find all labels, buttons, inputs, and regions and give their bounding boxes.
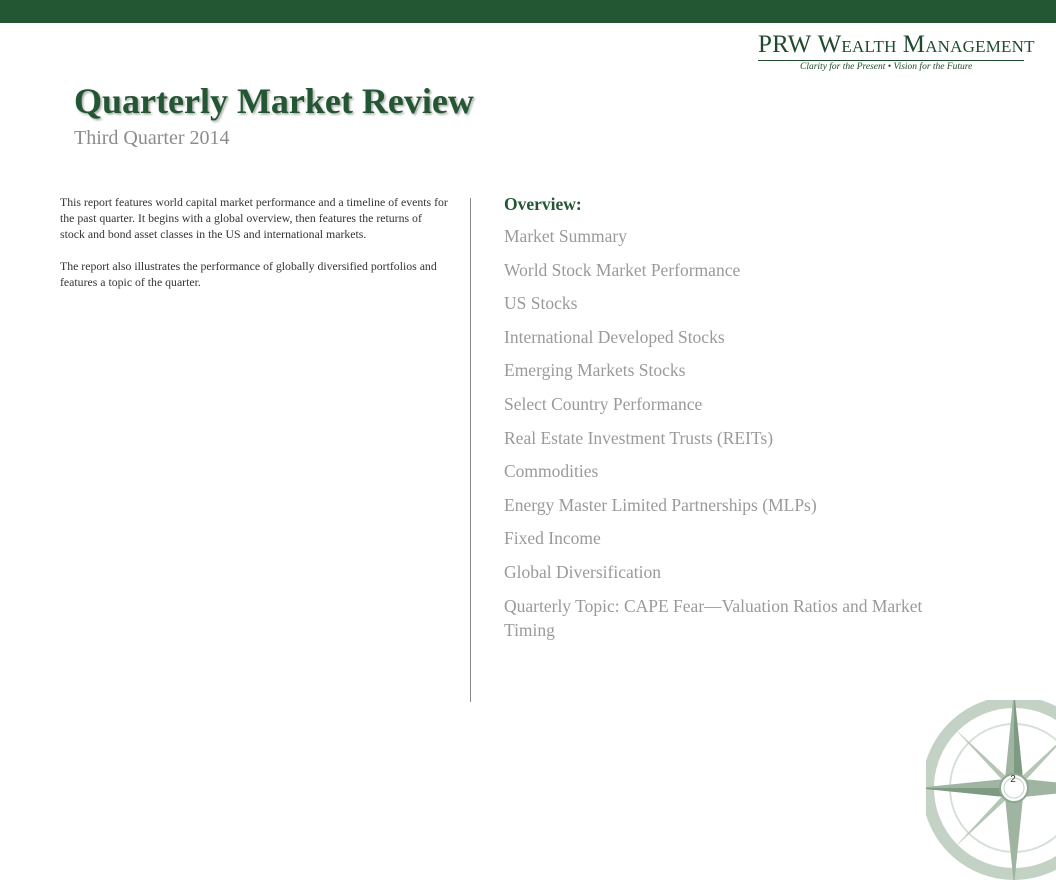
- compass-rose-icon: [926, 700, 1056, 880]
- overview-item: Commodities: [504, 461, 599, 482]
- brand-initials: PRW: [758, 31, 812, 58]
- column-divider: [470, 198, 471, 702]
- overview-list: Market Summary World Stock Market Perfor…: [504, 224, 954, 642]
- brand-tagline: Clarity for the Present • Vision for the…: [800, 62, 973, 72]
- overview-item: Fixed Income: [504, 528, 601, 549]
- brand-rule: [758, 60, 1024, 61]
- overview-item: World Stock Market Performance: [504, 259, 741, 280]
- brand-logo: PRW WEALTH MANAGEMENT Clarity for the Pr…: [758, 31, 1034, 72]
- page-number: 2: [1010, 774, 1016, 785]
- overview-item: Select Country Performance: [504, 393, 703, 414]
- overview-heading: Overview:: [504, 194, 582, 214]
- intro-paragraph-1: This report features world capital marke…: [60, 195, 448, 241]
- overview-item: Quarterly Topic: CAPE Fear—Valuation Rat…: [504, 595, 923, 640]
- brand-word2-initial: M: [902, 31, 926, 58]
- overview-item: US Stocks: [504, 293, 578, 314]
- intro-text: This report features world capital marke…: [60, 194, 448, 306]
- overview-item: Market Summary: [504, 226, 627, 246]
- page-subtitle: Third Quarter 2014: [74, 127, 230, 149]
- brand-word1-initial: W: [817, 31, 842, 58]
- page-title: Quarterly Market Review: [74, 81, 474, 121]
- intro-paragraph-2: The report also illustrates the performa…: [60, 259, 437, 289]
- overview-item: Global Diversification: [504, 561, 661, 582]
- overview-item: Emerging Markets Stocks: [504, 360, 686, 381]
- overview-item: International Developed Stocks: [504, 326, 725, 347]
- top-banner-bar: [0, 0, 1056, 23]
- brand-name: PRW WEALTH MANAGEMENT: [758, 31, 1034, 58]
- overview-section: Overview: Market Summary World Stock Mar…: [504, 192, 954, 651]
- overview-item: Energy Master Limited Partnerships (MLPs…: [504, 494, 817, 515]
- brand-word1-rest: EALTH: [841, 37, 897, 56]
- overview-item: Real Estate Investment Trusts (REITs): [504, 427, 774, 448]
- brand-word2-rest: ANAGEMENT: [925, 37, 1035, 56]
